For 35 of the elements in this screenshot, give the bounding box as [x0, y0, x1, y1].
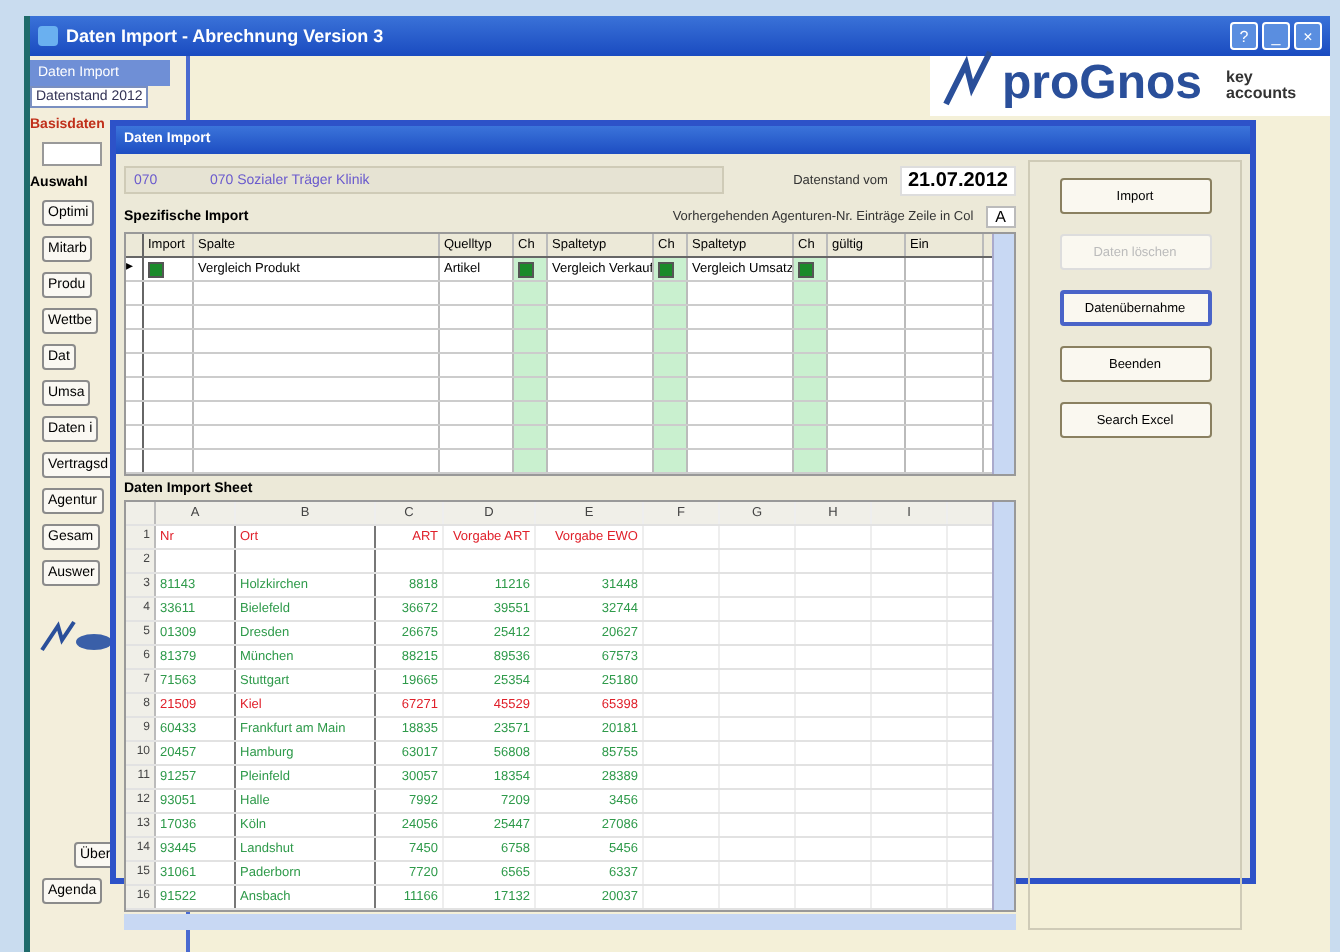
scrollbar[interactable] [992, 502, 1014, 910]
table-cell [654, 330, 688, 352]
table-cell [654, 354, 688, 376]
checkbox[interactable] [658, 261, 674, 277]
table-cell [514, 306, 548, 328]
scrollbar[interactable] [124, 914, 1016, 930]
table-cell [794, 378, 828, 400]
table-cell [794, 306, 828, 328]
table-cell [514, 426, 548, 448]
logo-tagline: key accounts [1226, 70, 1299, 102]
table-cell [654, 378, 688, 400]
checkbox[interactable] [148, 261, 164, 277]
input-field[interactable] [42, 142, 102, 166]
table-cell [514, 378, 548, 400]
table-cell [514, 354, 548, 376]
table-cell [654, 426, 688, 448]
table-cell [794, 330, 828, 352]
table-cell [654, 402, 688, 424]
checkbox[interactable] [798, 261, 814, 277]
table-cell [514, 330, 548, 352]
table-cell [654, 306, 688, 328]
column-field[interactable]: A [985, 205, 1016, 227]
table-cell [794, 354, 828, 376]
table-cell [794, 402, 828, 424]
checkbox[interactable] [518, 261, 534, 277]
date-field[interactable]: 21.07.2012 [899, 165, 1016, 195]
table-cell [514, 402, 548, 424]
table-cell [514, 450, 548, 472]
app-icon [38, 26, 58, 46]
scrollbar[interactable] [992, 234, 1014, 474]
table-cell [654, 450, 688, 472]
window-title: Daten Import - Abrechnung Version 3 [66, 26, 384, 46]
table-cell [794, 426, 828, 448]
table-cell [794, 450, 828, 472]
logo-text: proGnos [1002, 60, 1202, 108]
